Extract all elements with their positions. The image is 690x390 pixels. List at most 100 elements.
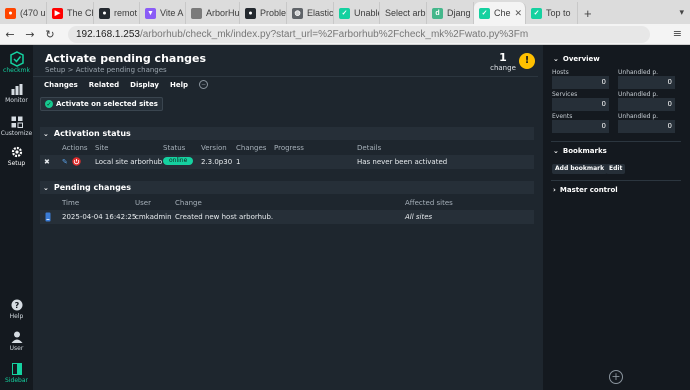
overview-events-unhandled-value[interactable]: 0 [618,120,675,133]
edit-bookmarks-button[interactable]: Edit [606,164,626,174]
nav-setup[interactable]: Setup [0,146,33,167]
chevron-down-icon: ⌄ [553,55,559,63]
checkmk-logo[interactable]: checkmk [3,51,30,74]
change-time: 2025-04-04 16:42:25 [62,213,137,221]
menu-icon[interactable]: ≡ [673,27,682,40]
back-arrow-icon[interactable]: ← [0,28,20,41]
overview-events-unhandled-label: Unhandled p. [618,113,659,120]
activate-check-icon: ✓ [45,100,53,108]
checkmk-logo-icon [9,51,24,67]
menu-collapse-icon[interactable]: − [199,80,209,89]
browser-tabstrip: ● (470 u ▶ The Ch ● remot ▼ Vite A Arbor… [0,0,690,24]
browser-tab[interactable]: ● Proble [240,2,287,24]
gear-icon [10,146,24,158]
overview-services-value[interactable]: 0 [552,98,609,111]
warning-icon[interactable]: ! [519,53,535,69]
pending-changes-header[interactable]: ⌄ Pending changes [40,181,534,194]
browser-tab[interactable]: Select arb [380,2,427,24]
browser-tab[interactable]: ● remot [94,2,140,24]
col-affected-sites: Affected sites [405,199,453,207]
activate-button-label: Activate on selected sites [56,100,158,108]
browser-tab[interactable]: d Djang [427,2,474,24]
url-path: /arborhub/check_mk/index.py?start_url=%2… [139,28,529,40]
activate-site-icon[interactable] [72,157,81,168]
col-actions: Actions [62,144,88,152]
reddit-icon: ● [5,7,16,19]
col-progress: Progress [274,144,304,152]
deselect-site-icon[interactable]: ✖ [44,158,50,166]
edit-pencil-icon[interactable]: ✎ [62,158,68,166]
chevron-down-icon: ⌄ [43,183,49,192]
change-count: 1 [499,51,507,64]
browser-tab[interactable]: ● (470 u [0,2,47,24]
breadcrumb[interactable]: Setup > Activate pending changes [45,66,167,74]
nav-help[interactable]: ? Help [0,299,33,320]
url-host: 192.168.1.253 [76,28,140,40]
activation-status-table-header: Actions Site Status Version Changes Prog… [40,143,534,153]
sidebar: ⌄ Overview Hosts Unhandled p. 0 0 Service… [543,45,690,390]
site-version: 2.3.0p30 [201,158,233,166]
new-tab-button[interactable]: + [578,2,598,24]
change-user: cmkadmin [135,213,172,221]
main-content: Activate pending changes Setup > Activat… [33,45,538,390]
status-badge: online [163,157,194,165]
nav-sidebar-label: Sidebar [5,377,28,384]
col-version: Version [201,144,227,152]
master-control-snapin-header[interactable]: › Master control [553,186,618,194]
overview-snapin-header[interactable]: ⌄ Overview [553,55,600,63]
close-tab-icon[interactable]: ✕ [515,8,523,19]
add-snapin-icon[interactable]: + [609,370,623,384]
nav-sidebar[interactable]: Sidebar [0,363,33,384]
nav-customize[interactable]: Customize [0,116,33,137]
overview-services-label: Services [552,91,578,98]
nav-setup-label: Setup [7,160,26,167]
browser-tab[interactable]: ArborHub [186,2,240,24]
browser-tab[interactable]: ✓ Unable [334,2,380,24]
browser-tab[interactable]: ▼ Vite A [140,2,186,24]
col-changes: Changes [236,144,267,152]
youtube-icon: ▶ [52,7,63,19]
reload-icon[interactable]: ↻ [40,28,60,41]
overview-hosts-label: Hosts [552,69,569,76]
menu-changes[interactable]: Changes [44,81,78,89]
col-user: User [135,199,151,207]
pending-changes-counter[interactable]: 1 change [490,51,516,72]
page-menu-bar: Changes Related Display Help − [44,80,209,89]
browser-tab[interactable]: ◍ Elastic [287,2,334,24]
menu-related[interactable]: Related [89,81,119,89]
checkmk-icon: ✓ [479,7,490,19]
menu-help[interactable]: Help [170,81,188,89]
nav-user[interactable]: User [0,331,33,352]
browser-tab[interactable]: ▶ The Ch [47,2,94,24]
help-icon: ? [10,299,24,311]
url-bar[interactable]: 192.168.1.253/arborhub/check_mk/index.py… [68,25,650,43]
svg-text:?: ? [14,301,19,310]
activation-status-title: Activation status [53,129,131,138]
overview-events-value[interactable]: 0 [552,120,609,133]
menu-display[interactable]: Display [130,81,159,89]
header-divider [33,76,538,77]
browser-tab-active[interactable]: ✓ Che ✕ [474,2,526,24]
browser-tab[interactable]: ✓ Top to [526,2,578,24]
sidebar-toggle-icon [10,363,24,375]
overview-hosts-value[interactable]: 0 [552,76,609,89]
tab-list-chevron-icon[interactable]: ▾ [673,2,690,24]
master-control-title: Master control [559,186,618,194]
bookmarks-snapin-header[interactable]: ⌄ Bookmarks [553,147,607,155]
activation-status-header[interactable]: ⌄ Activation status [40,127,534,140]
nav-monitor[interactable]: Monitor [0,83,33,104]
change-text: Created new host arborhub. [175,213,274,221]
pending-changes-table-header: Time User Change Affected sites [40,198,534,208]
github-icon: ● [99,7,110,19]
overview-services-unhandled-value[interactable]: 0 [618,98,675,111]
customize-grid-icon [10,116,24,128]
django-icon: d [432,7,443,19]
col-change: Change [175,199,202,207]
activate-selected-sites-button[interactable]: ✓ Activate on selected sites [40,97,163,111]
add-bookmark-button[interactable]: Add bookmark [552,164,608,174]
forward-arrow-icon[interactable]: → [20,28,40,41]
overview-hosts-unhandled-value[interactable]: 0 [618,76,675,89]
chevron-down-icon: ⌄ [553,147,559,155]
page-title: Activate pending changes [45,52,207,65]
col-time: Time [62,199,80,207]
